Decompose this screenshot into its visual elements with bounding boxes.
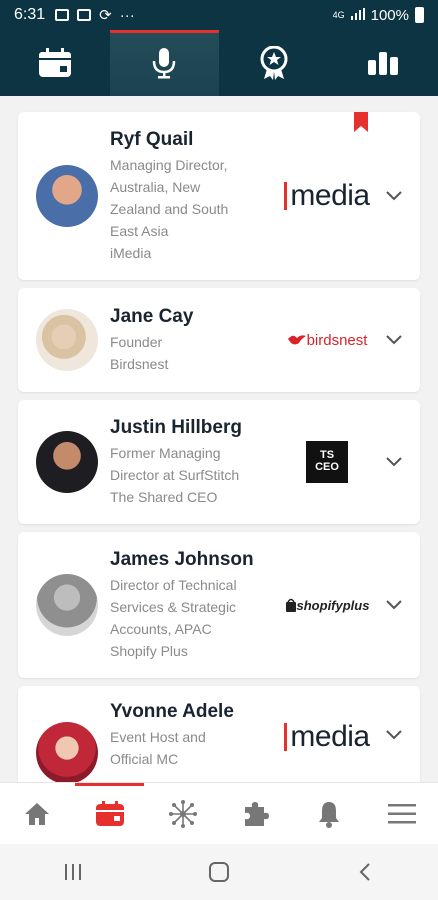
speaker-title: Director at SurfStitch (110, 467, 240, 483)
home-button[interactable] (146, 844, 292, 900)
speaker-company: Birdsnest (110, 356, 169, 372)
logo-text: media (290, 179, 370, 212)
nav-menu[interactable] (365, 783, 438, 845)
company-logo: birdsnest (272, 332, 382, 349)
network-icon (168, 800, 197, 828)
speaker-title: Former Managing (110, 445, 221, 461)
tab-schedule[interactable] (0, 30, 110, 96)
system-navigation-bar (0, 844, 438, 900)
more-notifications-icon: ··· (119, 6, 135, 24)
chevron-down-icon[interactable] (382, 457, 406, 467)
speaker-company: The Shared CEO (110, 489, 218, 505)
logo-text: birdsnest (306, 331, 368, 349)
calendar-icon (95, 801, 124, 826)
speaker-title: East Asia (110, 223, 169, 239)
folder-icon (77, 9, 92, 21)
tab-sponsors[interactable] (219, 30, 329, 96)
speaker-company: iMedia (110, 245, 152, 261)
nav-notifications[interactable] (292, 783, 365, 845)
battery-percent: 100% (370, 6, 409, 24)
logo-text: media (290, 720, 370, 753)
back-chevron-icon (359, 863, 370, 881)
tab-stats[interactable] (329, 30, 438, 96)
speaker-title: Director of Technical (110, 577, 237, 593)
status-time: 6:31 (14, 6, 46, 23)
gallery-icon (55, 9, 70, 21)
chevron-down-icon[interactable] (382, 730, 406, 740)
speaker-title: Managing Director, (110, 157, 228, 173)
speaker-card[interactable]: Jane Cay Founder Birdsnest birdsnest (18, 288, 420, 392)
home-square-icon (209, 862, 229, 882)
nav-home[interactable] (0, 783, 73, 845)
speaker-name: Jane Cay (110, 306, 194, 327)
company-logo: media (272, 720, 382, 754)
speaker-title: Services & Strategic (110, 599, 237, 615)
menu-icon (387, 804, 416, 824)
bird-icon (287, 335, 306, 345)
tab-speakers[interactable] (109, 30, 219, 96)
calendar-icon (38, 48, 71, 77)
speaker-company: Shopify Plus (110, 643, 188, 659)
top-tab-bar (0, 30, 438, 96)
speaker-title: Zealand and South (110, 201, 229, 217)
company-logo: shopifyplus (272, 598, 382, 613)
speaker-title: Australia, New (110, 179, 201, 195)
logo-text: shopifyplus (296, 597, 370, 613)
bottom-nav (0, 782, 438, 844)
avatar (36, 574, 98, 636)
recent-apps-button[interactable] (0, 844, 146, 900)
nav-schedule[interactable] (73, 783, 146, 845)
bar-chart-icon (368, 52, 399, 75)
logo-text: TS CEO (306, 441, 348, 483)
speaker-name: Justin Hillberg (110, 417, 242, 438)
company-logo: media (272, 179, 382, 213)
speaker-card[interactable]: Yvonne Adele Event Host and Official MC … (18, 686, 420, 782)
microphone-icon (153, 48, 176, 79)
speaker-name: Ryf Quail (110, 129, 194, 150)
back-button[interactable] (292, 844, 438, 900)
speaker-card[interactable]: Justin Hillberg Former Managing Director… (18, 400, 420, 524)
nav-network[interactable] (146, 783, 219, 845)
speaker-title: Official MC (110, 751, 179, 767)
status-bar: 6:31 ⟳ ··· 4G 100% (0, 0, 438, 30)
avatar (36, 722, 98, 782)
award-icon (260, 46, 288, 80)
bookmark-icon[interactable] (354, 112, 368, 132)
avatar (36, 309, 98, 371)
avatar (36, 431, 98, 493)
sync-icon: ⟳ (99, 7, 112, 24)
chevron-down-icon[interactable] (382, 191, 406, 201)
bell-icon (318, 802, 339, 828)
shopping-bag-icon (285, 598, 296, 612)
home-icon (24, 803, 49, 825)
speaker-card[interactable]: Ryf Quail Managing Director, Australia, … (18, 112, 420, 280)
speaker-title: Founder (110, 334, 163, 350)
chevron-down-icon[interactable] (382, 335, 406, 345)
recent-apps-icon (65, 864, 81, 880)
avatar (36, 165, 98, 227)
speaker-card[interactable]: James Johnson Director of Technical Serv… (18, 532, 420, 678)
speaker-title: Accounts, APAC (110, 621, 212, 637)
speaker-title: Event Host and (110, 729, 206, 745)
puzzle-icon (244, 802, 269, 826)
speaker-list: Ryf Quail Managing Director, Australia, … (0, 96, 438, 782)
battery-icon (415, 7, 424, 23)
speaker-name: James Johnson (110, 549, 254, 570)
signal-icon (350, 7, 365, 24)
chevron-down-icon[interactable] (382, 600, 406, 610)
company-logo: TS CEO (272, 441, 382, 483)
speaker-name: Yvonne Adele (110, 701, 234, 722)
network-type: 4G (332, 10, 345, 20)
nav-sponsors[interactable] (219, 783, 292, 845)
